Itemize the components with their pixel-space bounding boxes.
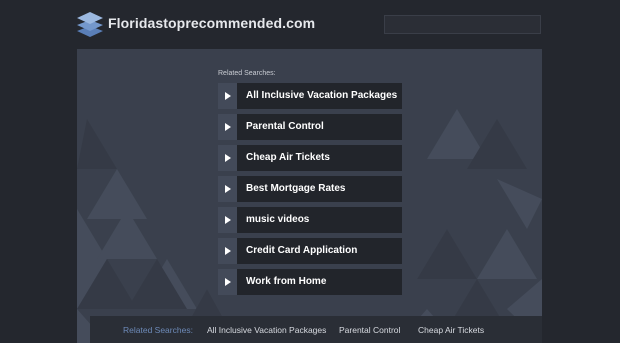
footer-link[interactable]: Cheap Air Tickets [418, 325, 484, 335]
main-panel: Related Searches: All Inclusive Vacation… [77, 49, 542, 343]
related-link[interactable]: music videos [218, 207, 402, 233]
related-link-label: Best Mortgage Rates [246, 183, 346, 194]
play-arrow-icon [218, 176, 237, 202]
related-link-label: Parental Control [246, 121, 324, 132]
play-arrow-icon [218, 145, 237, 171]
footer-related-bar: Related Searches: All Inclusive Vacation… [90, 316, 542, 343]
footer-related-title: Related Searches: [123, 325, 193, 335]
related-link[interactable]: Work from Home [218, 269, 402, 295]
related-link-label: music videos [246, 214, 310, 225]
related-link[interactable]: Best Mortgage Rates [218, 176, 402, 202]
play-arrow-icon [218, 83, 237, 109]
related-link-label: Credit Card Application [246, 245, 358, 256]
related-links-list: All Inclusive Vacation Packages Parental… [218, 83, 402, 300]
site-name[interactable]: Floridastoprecommended.com [108, 15, 315, 31]
related-link-label: Work from Home [246, 276, 327, 287]
play-arrow-icon [218, 207, 237, 233]
related-link[interactable]: Credit Card Application [218, 238, 402, 264]
related-link[interactable]: Parental Control [218, 114, 402, 140]
related-link-label: Cheap Air Tickets [246, 152, 330, 163]
related-link-label: All Inclusive Vacation Packages [246, 90, 398, 101]
site-header: Floridastoprecommended.com [0, 0, 620, 48]
footer-link[interactable]: All Inclusive Vacation Packages [207, 325, 326, 335]
play-arrow-icon [218, 238, 237, 264]
play-arrow-icon [218, 114, 237, 140]
play-arrow-icon [218, 269, 237, 295]
related-link[interactable]: All Inclusive Vacation Packages [218, 83, 402, 109]
related-link[interactable]: Cheap Air Tickets [218, 145, 402, 171]
stacked-layers-icon[interactable] [77, 10, 103, 38]
search-input[interactable] [384, 15, 541, 34]
footer-link[interactable]: Parental Control [339, 325, 400, 335]
related-searches-title: Related Searches: [218, 70, 276, 77]
